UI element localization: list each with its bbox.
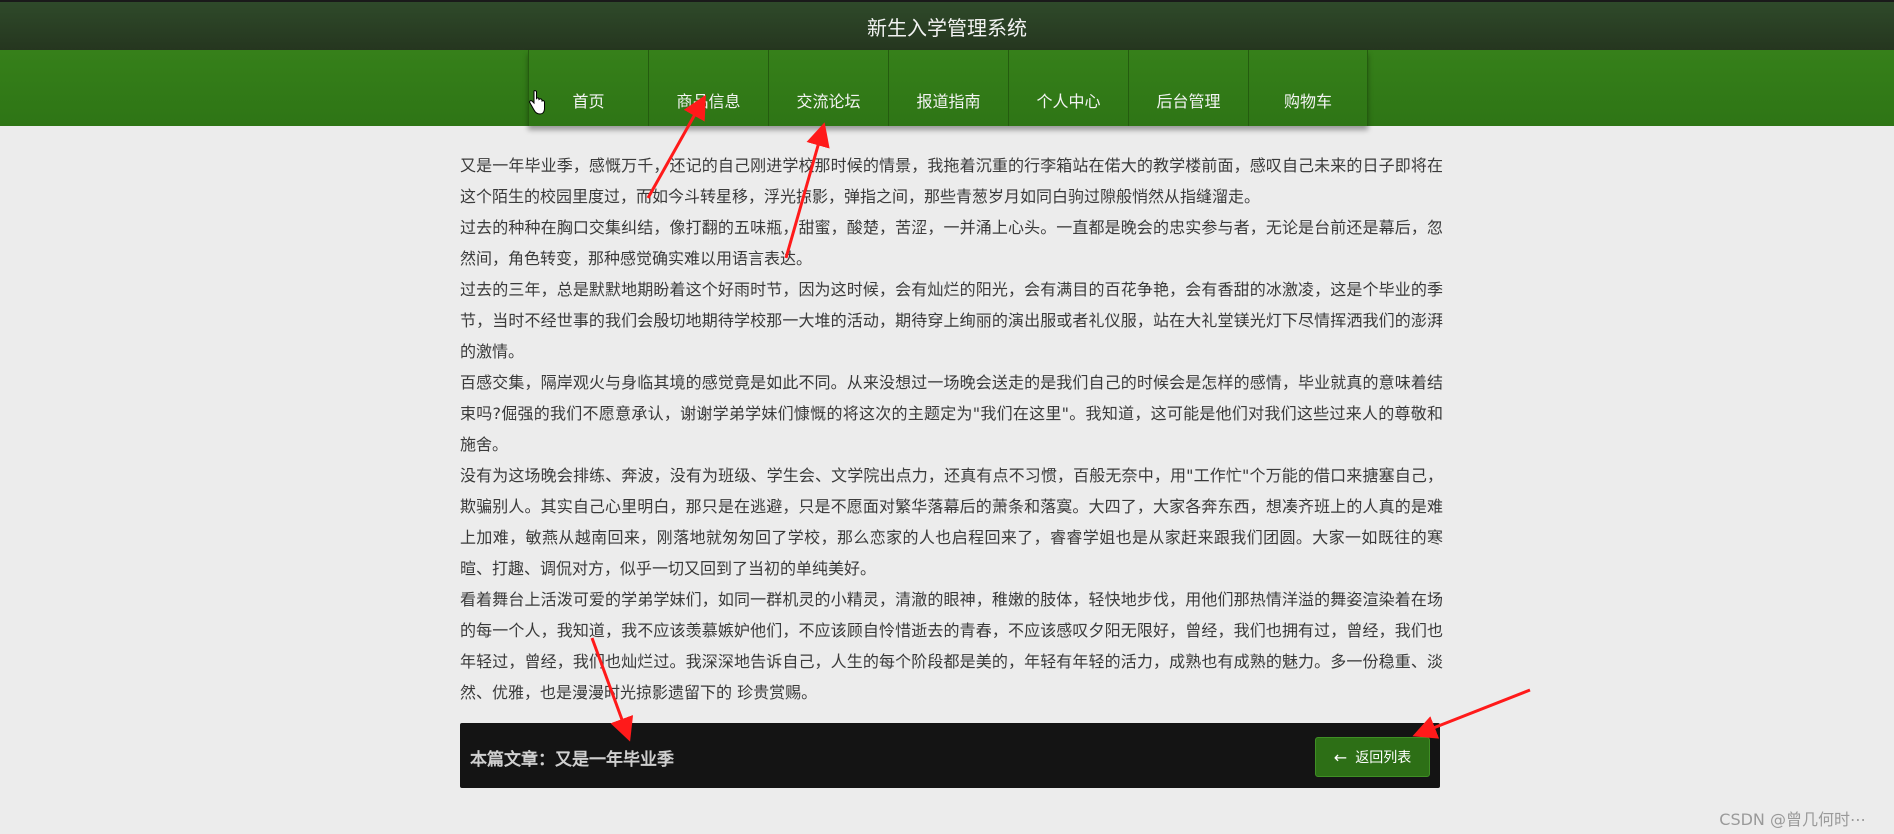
current-article-label: 本篇文章：又是一年毕业季 [470, 745, 674, 770]
nav-item-profile[interactable]: 个人中心 [1008, 50, 1128, 126]
current-article-title: 又是一年毕业季 [555, 750, 674, 770]
app-title: 新生入学管理系统 [867, 16, 1027, 40]
back-to-list-button[interactable]: ← 返回列表 [1315, 737, 1430, 777]
nav-item-guide[interactable]: 报道指南 [888, 50, 1008, 126]
article-paragraph: 没有为这场晚会排练、奔波，没有为班级、学生会、文学院出点力，还真有点不习惯，百般… [460, 466, 1443, 578]
nav-item-forum[interactable]: 交流论坛 [768, 50, 888, 126]
nav-item-admin[interactable]: 后台管理 [1128, 50, 1248, 126]
nav-item-products[interactable]: 商品信息 [648, 50, 768, 126]
article-paragraph: 看着舞台上活泼可爱的学弟学妹们，如同一群机灵的小精灵，清澈的眼神，稚嫩的肢体，轻… [460, 590, 1443, 702]
main-nav: 首页 商品信息 交流论坛 报道指南 个人中心 后台管理 购物车 [528, 50, 1368, 126]
article-paragraph: 百感交集，隔岸观火与身临其境的感觉竟是如此不同。从来没想过一场晚会送走的是我们自… [460, 373, 1443, 454]
article-paragraph: 过去的种种在胸口交集纠结，像打翻的五味瓶，甜蜜，酸楚，苦涩，一并涌上心头。一直都… [460, 218, 1443, 268]
csdn-watermark: CSDN @曾几何时⋯ [1719, 810, 1866, 829]
hand-cursor-icon [528, 90, 545, 115]
article-paragraph: 过去的三年，总是默默地期盼着这个好雨时节，因为这时候，会有灿烂的阳光，会有满目的… [460, 280, 1443, 361]
main-nav-bar: 首页 商品信息 交流论坛 报道指南 个人中心 后台管理 购物车 [0, 50, 1894, 126]
current-article-prefix: 本篇文章： [470, 750, 555, 770]
article-paragraph: 又是一年毕业季，感慨万千，还记的自己刚进学校那时候的情景，我拖着沉重的行李箱站在… [460, 156, 1443, 206]
nav-item-cart[interactable]: 购物车 [1248, 50, 1368, 126]
article-footer-bar: 本篇文章：又是一年毕业季 ← 返回列表 [460, 723, 1440, 788]
article-body: 又是一年毕业季，感慨万千，还记的自己刚进学校那时候的情景，我拖着沉重的行李箱站在… [460, 150, 1443, 708]
app-title-bar: 新生入学管理系统 [0, 0, 1894, 50]
nav-item-home[interactable]: 首页 [528, 50, 648, 126]
back-to-list-label: 返回列表 [1355, 750, 1412, 766]
arrow-left-icon: ← [1333, 747, 1348, 767]
